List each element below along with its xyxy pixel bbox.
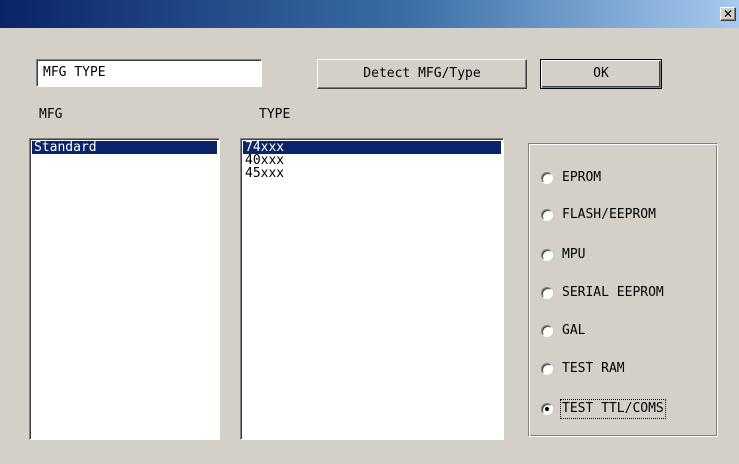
radio-selected-dot	[545, 407, 549, 411]
radio-mpu[interactable]: MPU	[541, 245, 586, 265]
radio-label: FLASH/EEPROM	[562, 207, 656, 222]
title-bar: ✕	[0, 0, 739, 28]
radio-label: GAL	[562, 323, 586, 338]
radio-test-ram[interactable]: TEST RAM	[541, 359, 626, 379]
type-listbox[interactable]: 74xxx 40xxx 45xxx	[240, 138, 504, 440]
detect-mfg-type-button[interactable]: Detect MFG/Type	[317, 59, 527, 89]
radio-gal[interactable]: GAL	[541, 321, 586, 341]
radio-test-ttl-coms[interactable]: TEST TTL/COMS	[541, 399, 666, 419]
radio-button[interactable]	[541, 249, 553, 261]
radio-button[interactable]	[541, 287, 553, 299]
radio-button[interactable]	[541, 403, 553, 415]
radio-button[interactable]	[541, 363, 553, 375]
mfg-listbox[interactable]: Standard	[29, 138, 220, 440]
ok-button[interactable]: OK	[540, 59, 662, 89]
radio-label: TEST TTL/COMS	[560, 399, 666, 419]
radio-label: TEST RAM	[562, 361, 625, 376]
radio-button[interactable]	[541, 209, 553, 221]
type-list-item[interactable]: 45xxx	[243, 167, 501, 180]
radio-serial-eeprom[interactable]: SERIAL EEPROM	[541, 283, 665, 303]
mfg-type-field[interactable]: MFG TYPE	[36, 59, 262, 87]
radio-label: EPROM	[562, 170, 602, 185]
radio-label: SERIAL EEPROM	[562, 285, 664, 300]
close-icon: ✕	[722, 7, 734, 21]
radio-label: MPU	[562, 247, 586, 262]
radio-eprom[interactable]: EPROM	[541, 168, 602, 188]
device-type-group: EPROM FLASH/EEPROM MPU SERIAL EEPROM GAL…	[528, 143, 718, 437]
type-label: TYPE	[259, 107, 291, 122]
radio-button[interactable]	[541, 172, 553, 184]
mfg-label: MFG	[39, 107, 63, 122]
mfg-list-item[interactable]: Standard	[32, 141, 217, 154]
radio-flash-eeprom[interactable]: FLASH/EEPROM	[541, 205, 657, 225]
radio-button[interactable]	[541, 325, 553, 337]
close-button[interactable]: ✕	[720, 7, 736, 21]
